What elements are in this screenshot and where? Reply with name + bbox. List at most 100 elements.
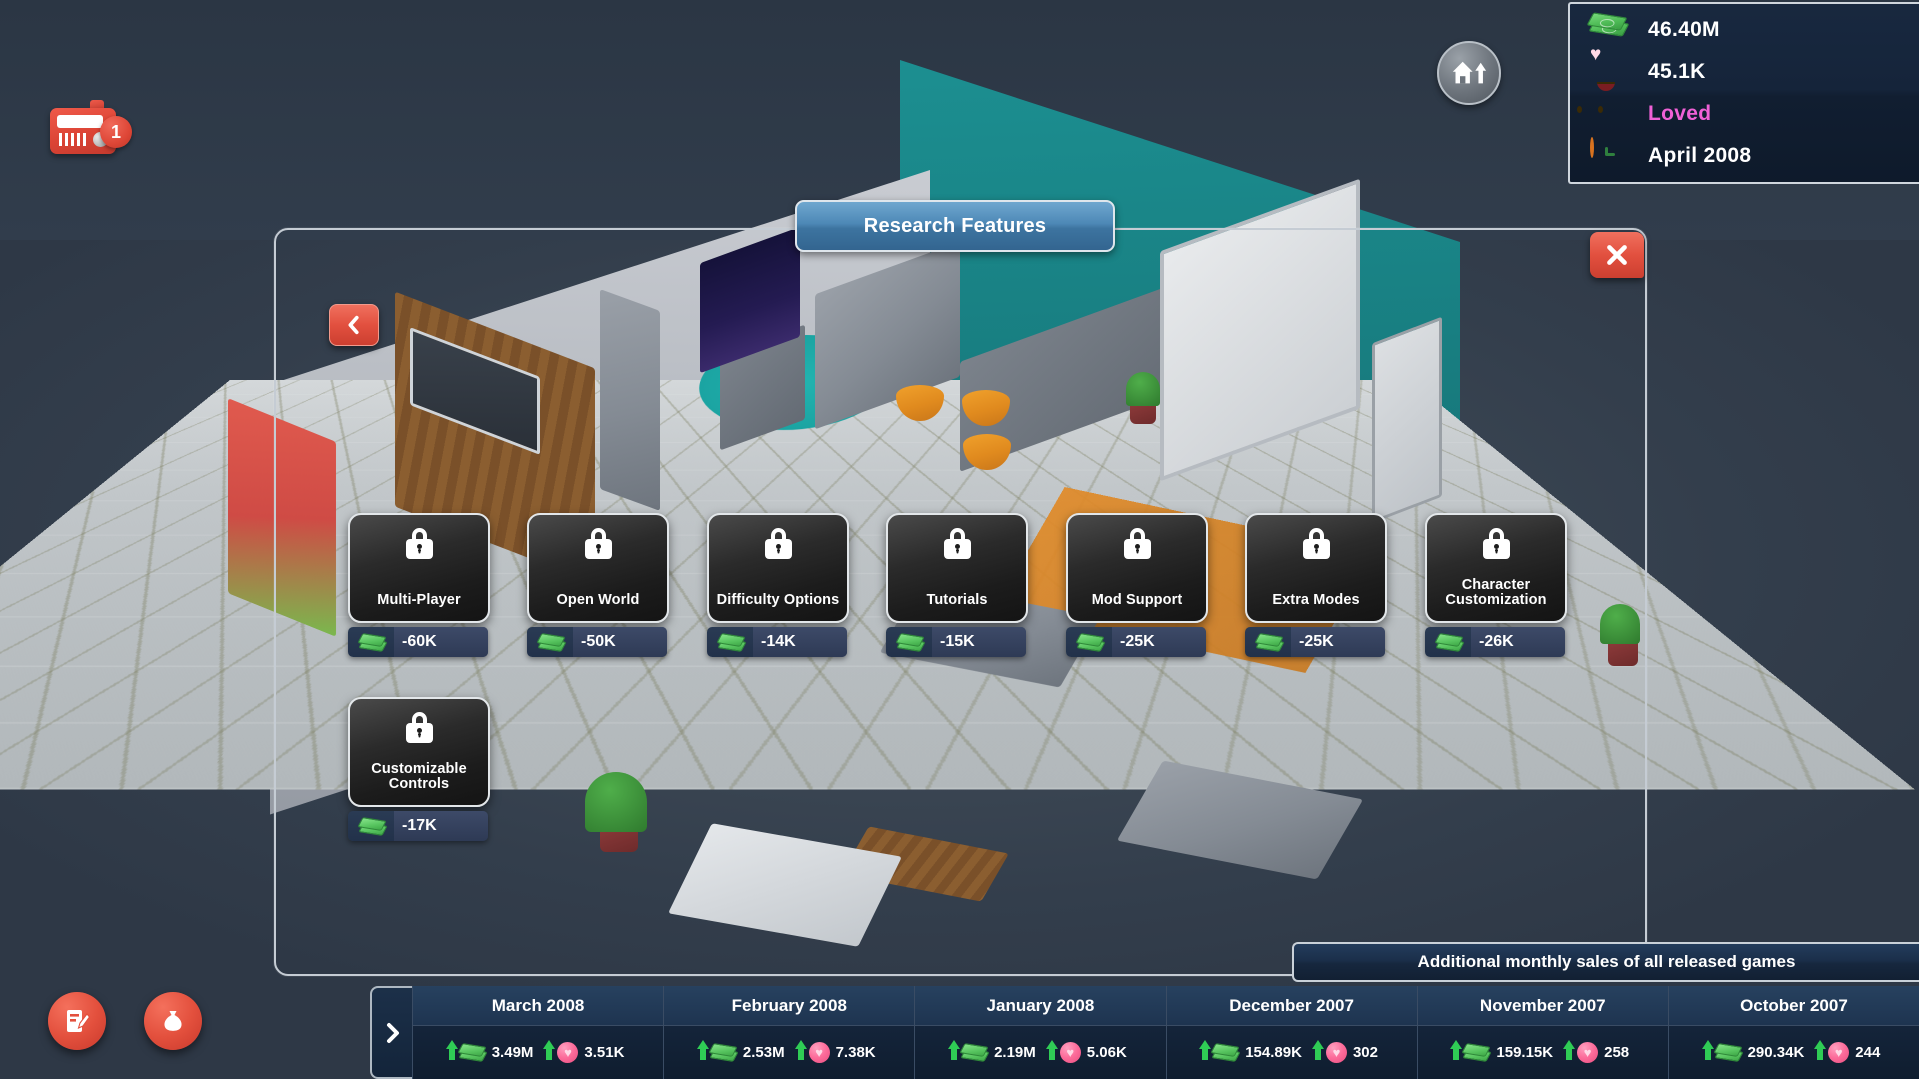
feature-cost-badge: -17K <box>348 811 488 841</box>
feature-cost-badge: -14K <box>707 627 847 657</box>
timeline-month-column[interactable]: October 2007 290.34K 244 <box>1668 986 1919 1079</box>
money-icon <box>460 1045 486 1060</box>
feature-card-label: Extra Modes <box>1267 593 1364 609</box>
feature-cost-value: -50K <box>581 633 616 651</box>
heart-icon <box>1577 1042 1598 1063</box>
timeline-month-column[interactable]: December 2007 154.89K 302 <box>1166 986 1417 1079</box>
notes-button[interactable] <box>48 992 106 1050</box>
metric-money-value: 159.15K <box>1496 1044 1553 1061</box>
metric-fans-value: 302 <box>1353 1044 1378 1061</box>
timeline-month-label: January 2008 <box>915 986 1165 1026</box>
timeline-month-metrics: 2.19M 5.06K <box>915 1026 1165 1079</box>
feature-card-label: Multi-Player <box>372 593 465 609</box>
feature-cost-badge: -15K <box>886 627 1026 657</box>
feature-card-extra-modes[interactable]: Extra Modes <box>1245 513 1387 623</box>
timeline-month-column[interactable]: November 2007 159.15K 258 <box>1417 986 1668 1079</box>
feature-cost-badge: -60K <box>348 627 488 657</box>
feature-cost-badge: -25K <box>1245 627 1385 657</box>
stat-value-mood: Loved <box>1648 102 1711 126</box>
lock-icon <box>1483 528 1510 559</box>
heart-icon <box>1060 1042 1081 1063</box>
notification-badge-count: 1 <box>100 116 132 148</box>
timeline-month-metrics: 3.49M 3.51K <box>413 1026 663 1079</box>
feature-card-label: Open World <box>552 593 645 609</box>
metric-money-value: 154.89K <box>1245 1044 1302 1061</box>
chevron-right-icon <box>380 1021 404 1045</box>
feature-card-wrap: Open World -50K <box>527 513 669 657</box>
lock-icon <box>585 528 612 559</box>
metric-fans: 3.51K <box>549 1042 624 1063</box>
moneybag-button[interactable] <box>144 992 202 1050</box>
stat-row-money: 46.40M <box>1570 9 1919 51</box>
lock-icon <box>406 712 433 743</box>
money-bag-icon <box>159 1007 187 1035</box>
feature-cost-badge: -26K <box>1425 627 1565 657</box>
back-button[interactable] <box>329 304 379 346</box>
metric-money: 2.19M <box>954 1044 1036 1061</box>
metric-money-value: 2.53M <box>743 1044 785 1061</box>
metric-fans-value: 3.51K <box>584 1044 624 1061</box>
lock-icon <box>1303 528 1330 559</box>
feature-card-label: Tutorials <box>921 593 992 609</box>
metric-fans: 5.06K <box>1052 1042 1127 1063</box>
feature-card-wrap: Mod Support -25K <box>1066 513 1208 657</box>
timeline-month-label: December 2007 <box>1167 986 1417 1026</box>
feature-card-difficulty-options[interactable]: Difficulty Options <box>707 513 849 623</box>
feature-card-label: Difficulty Options <box>712 593 845 609</box>
timeline-month-label: November 2007 <box>1418 986 1668 1026</box>
feature-card-label: Customizable Controls <box>350 762 488 793</box>
timeline-month-metrics: 154.89K 302 <box>1167 1026 1417 1079</box>
feature-card-wrap: Difficulty Options -14K <box>707 513 849 657</box>
money-icon <box>711 1045 737 1060</box>
feature-card-customizable-controls[interactable]: Customizable Controls <box>348 697 490 807</box>
feature-card-wrap: Tutorials -15K <box>886 513 1028 657</box>
timeline-scroll-next-button[interactable] <box>370 986 412 1079</box>
feature-card-multi-player[interactable]: Multi-Player <box>348 513 490 623</box>
lock-icon <box>406 528 433 559</box>
clock-icon <box>1590 139 1630 173</box>
metric-money: 2.53M <box>703 1044 785 1061</box>
metric-money: 159.15K <box>1456 1044 1553 1061</box>
metric-money: 290.34K <box>1708 1044 1805 1061</box>
metric-fans: 302 <box>1318 1042 1378 1063</box>
feature-card-label: Mod Support <box>1087 593 1188 609</box>
feature-cost-value: -17K <box>402 817 437 835</box>
money-icon <box>1716 1045 1742 1060</box>
feature-card-wrap: Extra Modes -25K <box>1245 513 1387 657</box>
lock-icon <box>765 528 792 559</box>
metric-money: 3.49M <box>452 1044 534 1061</box>
timeline-month-column[interactable]: March 2008 3.49M 3.51K <box>412 986 663 1079</box>
timeline-month-column[interactable]: January 2008 2.19M 5.06K <box>914 986 1165 1079</box>
stat-value-money: 46.40M <box>1648 18 1720 42</box>
stat-row-mood: Loved <box>1570 93 1919 135</box>
timeline-month-column[interactable]: February 2008 2.53M 7.38K <box>663 986 914 1079</box>
feature-cost-badge: -25K <box>1066 627 1206 657</box>
chevron-left-icon <box>343 314 365 336</box>
money-icon <box>1590 13 1630 47</box>
feature-card-tutorials[interactable]: Tutorials <box>886 513 1028 623</box>
radio-notification-icon[interactable]: 1 <box>50 100 128 155</box>
lock-icon <box>1124 528 1151 559</box>
feature-card-mod-support[interactable]: Mod Support <box>1066 513 1208 623</box>
metric-fans: 244 <box>1820 1042 1880 1063</box>
metric-fans-value: 7.38K <box>836 1044 876 1061</box>
sales-banner: Additional monthly sales of all released… <box>1292 942 1919 982</box>
home-upgrade-button[interactable] <box>1437 41 1501 105</box>
notepad-edit-icon <box>63 1007 91 1035</box>
metric-money-value: 3.49M <box>492 1044 534 1061</box>
stat-value-date: April 2008 <box>1648 144 1751 168</box>
metric-fans-value: 244 <box>1855 1044 1880 1061</box>
stat-row-date: April 2008 <box>1570 135 1919 177</box>
timeline-month-label: February 2008 <box>664 986 914 1026</box>
money-icon <box>1437 635 1463 650</box>
feature-card-open-world[interactable]: Open World <box>527 513 669 623</box>
feature-card-character-customization[interactable]: Character Customization <box>1425 513 1567 623</box>
radio-bars <box>59 133 86 146</box>
heart-icon <box>1828 1042 1849 1063</box>
money-icon <box>360 635 386 650</box>
metric-money: 154.89K <box>1205 1044 1302 1061</box>
close-button[interactable] <box>1590 232 1644 278</box>
feature-cost-value: -14K <box>761 633 796 651</box>
metric-fans: 7.38K <box>801 1042 876 1063</box>
metric-money-value: 2.19M <box>994 1044 1036 1061</box>
